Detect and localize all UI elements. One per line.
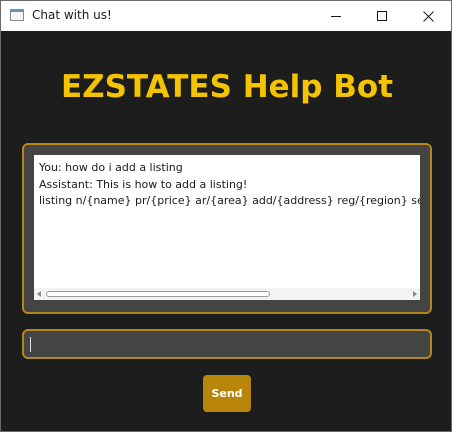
message-input[interactable] [24,331,430,357]
chat-panel: You: how do i add a listing Assistant: T… [22,143,432,314]
title-bar[interactable]: Chat with us! [1,1,451,31]
close-button[interactable] [405,1,451,31]
chat-message-assistant: Assistant: This is how to add a listing! [39,177,248,191]
chat-transcript[interactable]: You: how do i add a listing Assistant: T… [34,155,420,300]
window-title: Chat with us! [32,8,112,22]
minimize-button[interactable] [313,1,359,31]
chat-messages: You: how do i add a listing Assistant: T… [39,160,420,210]
message-input-frame [22,329,432,359]
send-button[interactable]: Send [203,375,251,412]
maximize-button[interactable] [359,1,405,31]
app-window-icon [10,9,24,21]
scroll-left-arrow-icon[interactable] [37,291,41,297]
page-title: EZSTATES Help Bot [60,69,394,105]
scrollbar-thumb[interactable] [46,291,270,297]
horizontal-scrollbar[interactable] [34,288,420,300]
chat-message-assistant-command: listing n/{name} pr/{price} ar/{area} ad… [39,194,420,207]
minimize-icon [331,16,341,17]
text-caret [30,337,31,352]
maximize-icon [377,11,387,21]
close-icon [423,11,434,22]
chat-message-user: You: how do i add a listing [39,161,183,174]
chat-window: Chat with us! EZSTATES Help Bot You: how… [0,0,452,432]
scroll-right-arrow-icon[interactable] [413,291,417,297]
